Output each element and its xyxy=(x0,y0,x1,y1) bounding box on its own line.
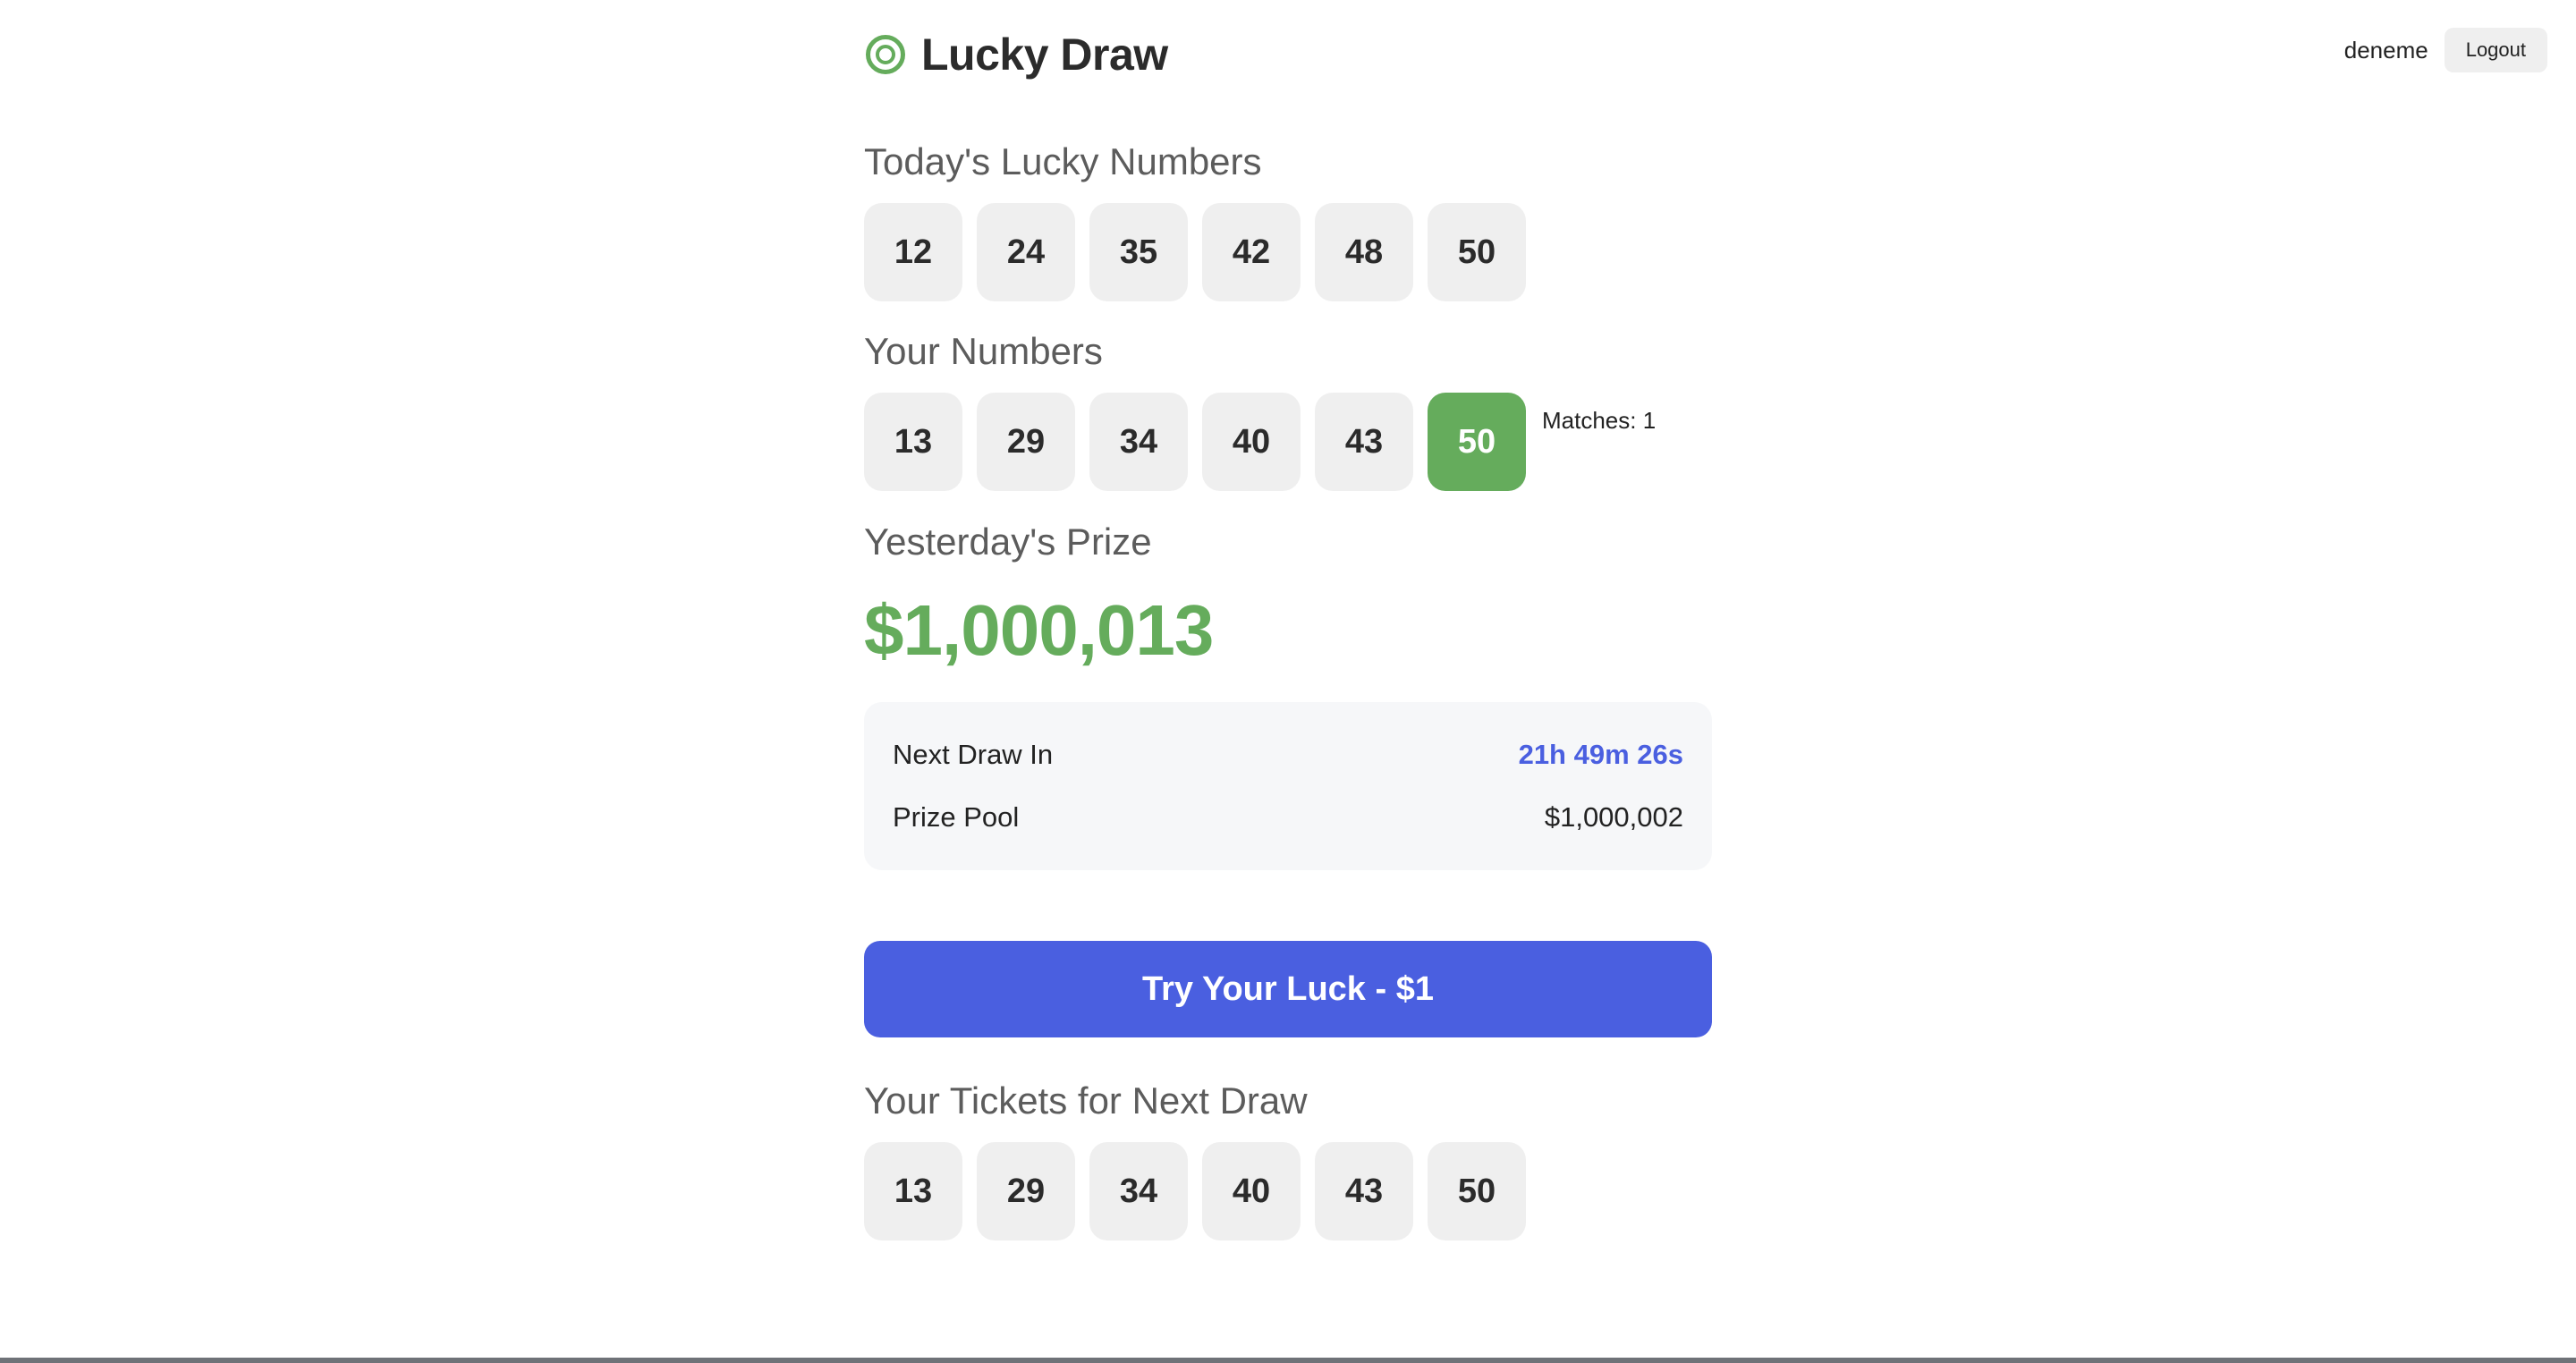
logout-button[interactable]: Logout xyxy=(2444,28,2547,72)
prize-pool-row: Prize Pool $1,000,002 xyxy=(893,786,1683,849)
number-ball: 42 xyxy=(1202,203,1301,301)
page-title: Lucky Draw xyxy=(921,30,1168,80)
next-draw-label: Next Draw In xyxy=(893,739,1054,770)
your-numbers-title: Your Numbers xyxy=(864,330,1103,372)
ticket-number-ball: 34 xyxy=(1089,1142,1188,1240)
number-ball: 50 xyxy=(1428,203,1526,301)
tickets-row: 13 29 34 40 43 50 xyxy=(864,1142,1712,1240)
tickets-title: Your Tickets for Next Draw xyxy=(864,1079,1308,1122)
todays-numbers-title: Today's Lucky Numbers xyxy=(864,140,1262,182)
number-ball: 12 xyxy=(864,203,962,301)
number-ball: 24 xyxy=(977,203,1075,301)
yesterday-prize-amount: $1,000,013 xyxy=(864,590,1214,670)
number-ball: 34 xyxy=(1089,393,1188,491)
ticket-number-ball: 13 xyxy=(864,1142,962,1240)
user-area: deneme Logout xyxy=(2344,28,2547,72)
number-ball: 48 xyxy=(1315,203,1413,301)
target-icon xyxy=(866,35,905,74)
prize-pool-label: Prize Pool xyxy=(893,801,1020,833)
matches-count: Matches: 1 xyxy=(1542,407,1657,434)
number-ball: 35 xyxy=(1089,203,1188,301)
prize-pool-value: $1,000,002 xyxy=(1544,801,1683,833)
number-ball: 29 xyxy=(977,393,1075,491)
todays-numbers-row: 12 24 35 42 48 50 xyxy=(864,203,1712,301)
brand: Lucky Draw xyxy=(864,0,1712,109)
number-ball: 40 xyxy=(1202,393,1301,491)
ticket-number-ball: 43 xyxy=(1315,1142,1413,1240)
matched-number-ball: 50 xyxy=(1428,393,1526,491)
window-bottom-edge xyxy=(0,1358,2576,1363)
ticket-number-ball: 29 xyxy=(977,1142,1075,1240)
number-ball: 13 xyxy=(864,393,962,491)
ticket-number-ball: 40 xyxy=(1202,1142,1301,1240)
main-content: Lucky Draw Today's Lucky Numbers 12 24 3… xyxy=(864,0,1712,1240)
number-ball: 43 xyxy=(1315,393,1413,491)
username: deneme xyxy=(2343,36,2428,63)
draw-info-panel: Next Draw In 21h 49m 26s Prize Pool $1,0… xyxy=(864,702,1712,870)
yesterday-prize-title: Yesterday's Prize xyxy=(864,521,1152,563)
your-numbers-row: 13 29 34 40 43 50 Matches: 1 xyxy=(864,393,1712,491)
next-draw-countdown: 21h 49m 26s xyxy=(1518,739,1683,770)
ticket-number-ball: 50 xyxy=(1428,1142,1526,1240)
next-draw-row: Next Draw In 21h 49m 26s xyxy=(893,724,1683,786)
try-your-luck-button[interactable]: Try Your Luck - $1 xyxy=(864,941,1712,1037)
